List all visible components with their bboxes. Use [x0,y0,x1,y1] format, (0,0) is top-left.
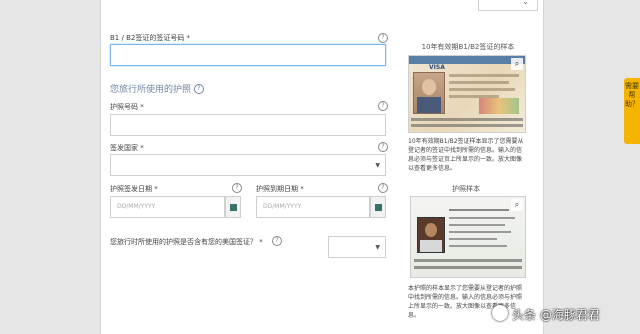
issue-date-label: 护照签发日期 * [110,185,158,193]
passport-sample-description: 本护照的样本显示了您需要从登记者的护照中找到所需的信息。输入的信息必须与护照上所… [408,285,523,319]
passport-number-input[interactable] [110,114,386,136]
visa-number-input[interactable] [110,44,386,66]
visa-sample-image[interactable]: VISA ⌕ [408,55,526,133]
language-select[interactable]: ⌄ [478,0,538,11]
passport-sample-image[interactable]: ⌕ [410,196,526,278]
visa-number-label: B1 / B2签证的签证号码 * [110,34,191,42]
help-icon[interactable]: ? [378,183,388,193]
chevron-down-icon: ⌄ [522,0,529,6]
photo-placeholder [413,72,445,114]
help-icon[interactable]: ? [378,142,388,152]
caret-down-icon: ▼ [375,244,380,251]
help-tab-label: 需要帮助？ [625,82,639,108]
passport-sample-title: 护照样本 [452,185,480,193]
watermark-logo [492,305,508,321]
contains-visa-question: 您旅行时所使用的护照是否含有您的美国签证？ * [110,238,263,246]
zoom-icon[interactable]: ⌕ [511,58,523,70]
help-icon[interactable]: ? [378,33,388,43]
help-icon[interactable]: ? [272,236,282,246]
help-icon[interactable]: ? [193,83,204,94]
caret-down-icon: ▼ [375,162,380,169]
zoom-icon[interactable]: ⌕ [511,199,523,211]
calendar-icon[interactable] [370,196,386,218]
expiry-date-input[interactable]: DD/MM/YYYY [256,196,370,218]
help-icon[interactable]: ? [378,101,388,111]
visa-word: VISA [429,64,445,71]
help-icon[interactable]: ? [232,183,242,193]
visa-sample-title: 10年有效期B1/B2签证的样本 [421,43,515,51]
watermark-text: 头条 @海豚君君 [512,308,600,322]
help-tab[interactable]: 需要帮助？ [624,78,640,144]
passport-number-label: 护照号码 * [110,103,144,111]
calendar-icon[interactable] [225,196,241,218]
issuing-country-select[interactable]: ▼ [110,154,386,176]
expiry-date-label: 护照到期日期 * [256,185,304,193]
visa-sample-description: 10年有效期B1/B2签证样本显示了您需要从登记者的签证中找到所需的信息。输入的… [408,138,524,172]
passport-photo [417,217,445,253]
visa-header-band [409,56,525,64]
issuing-country-label: 签发国家 * [110,144,144,152]
contains-visa-select[interactable]: ▼ [328,236,386,258]
issue-date-input[interactable]: DD/MM/YYYY [110,196,225,218]
passport-section-title: 您旅行所使用的护照 ? [110,82,204,95]
